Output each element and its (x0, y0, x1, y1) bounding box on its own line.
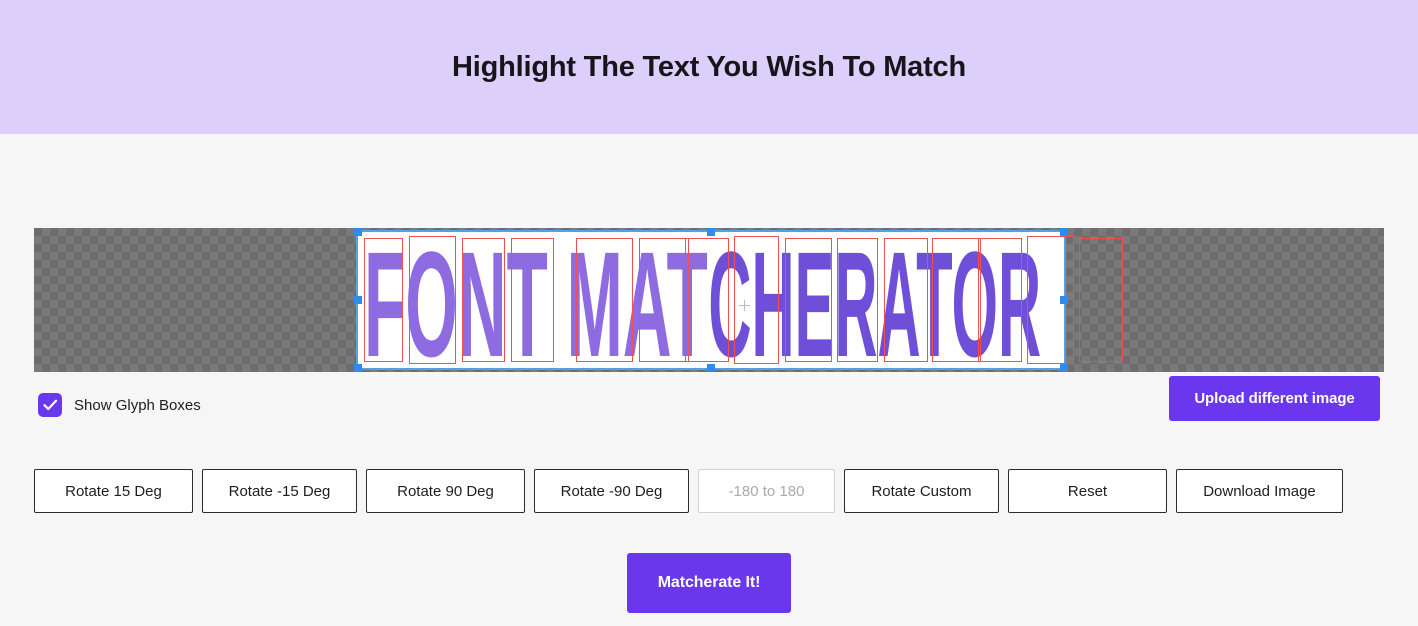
selection-handle-middle-right[interactable] (1060, 296, 1068, 304)
selection-rectangle[interactable]: FONT MAT CHERATOR (354, 228, 1123, 372)
show-glyph-boxes-checkbox[interactable] (38, 393, 62, 417)
svg-text:FONT MAT: FONT MAT (364, 232, 708, 368)
selection-handle-top-center[interactable] (707, 228, 715, 236)
artwork-font-matcherator: FONT MAT CHERATOR (358, 232, 1064, 368)
selection-handle-bottom-right[interactable] (1060, 364, 1068, 372)
rotate-15-button[interactable]: Rotate 15 Deg (34, 469, 193, 513)
custom-angle-input[interactable] (698, 469, 835, 513)
selection-handle-bottom-left[interactable] (354, 364, 362, 372)
reset-button[interactable]: Reset (1008, 469, 1167, 513)
selection-handle-top-right[interactable] (1060, 228, 1068, 236)
upload-different-image-button[interactable]: Upload different image (1169, 376, 1380, 421)
page-title: Highlight The Text You Wish To Match (452, 50, 966, 83)
selection-handle-bottom-center[interactable] (707, 364, 715, 372)
selection-handle-top-left[interactable] (354, 228, 362, 236)
rotate-minus-90-button[interactable]: Rotate -90 Deg (534, 469, 689, 513)
rotate-90-button[interactable]: Rotate 90 Deg (366, 469, 525, 513)
header-banner: Highlight The Text You Wish To Match (0, 0, 1418, 134)
matcherate-it-button[interactable]: Matcherate It! (627, 553, 791, 613)
rotate-custom-button[interactable]: Rotate Custom (844, 469, 999, 513)
rotate-toolbar: Rotate 15 Deg Rotate -15 Deg Rotate 90 D… (34, 469, 1343, 513)
selection-handle-middle-left[interactable] (354, 296, 362, 304)
rotate-minus-15-button[interactable]: Rotate -15 Deg (202, 469, 357, 513)
show-glyph-boxes-label: Show Glyph Boxes (74, 396, 201, 414)
image-canvas[interactable]: FONT MAT CHERATOR (34, 228, 1384, 372)
svg-text:CHERATOR: CHERATOR (708, 232, 1041, 368)
check-icon (42, 399, 58, 411)
download-image-button[interactable]: Download Image (1176, 469, 1343, 513)
show-glyph-boxes-row[interactable]: Show Glyph Boxes (38, 393, 201, 417)
